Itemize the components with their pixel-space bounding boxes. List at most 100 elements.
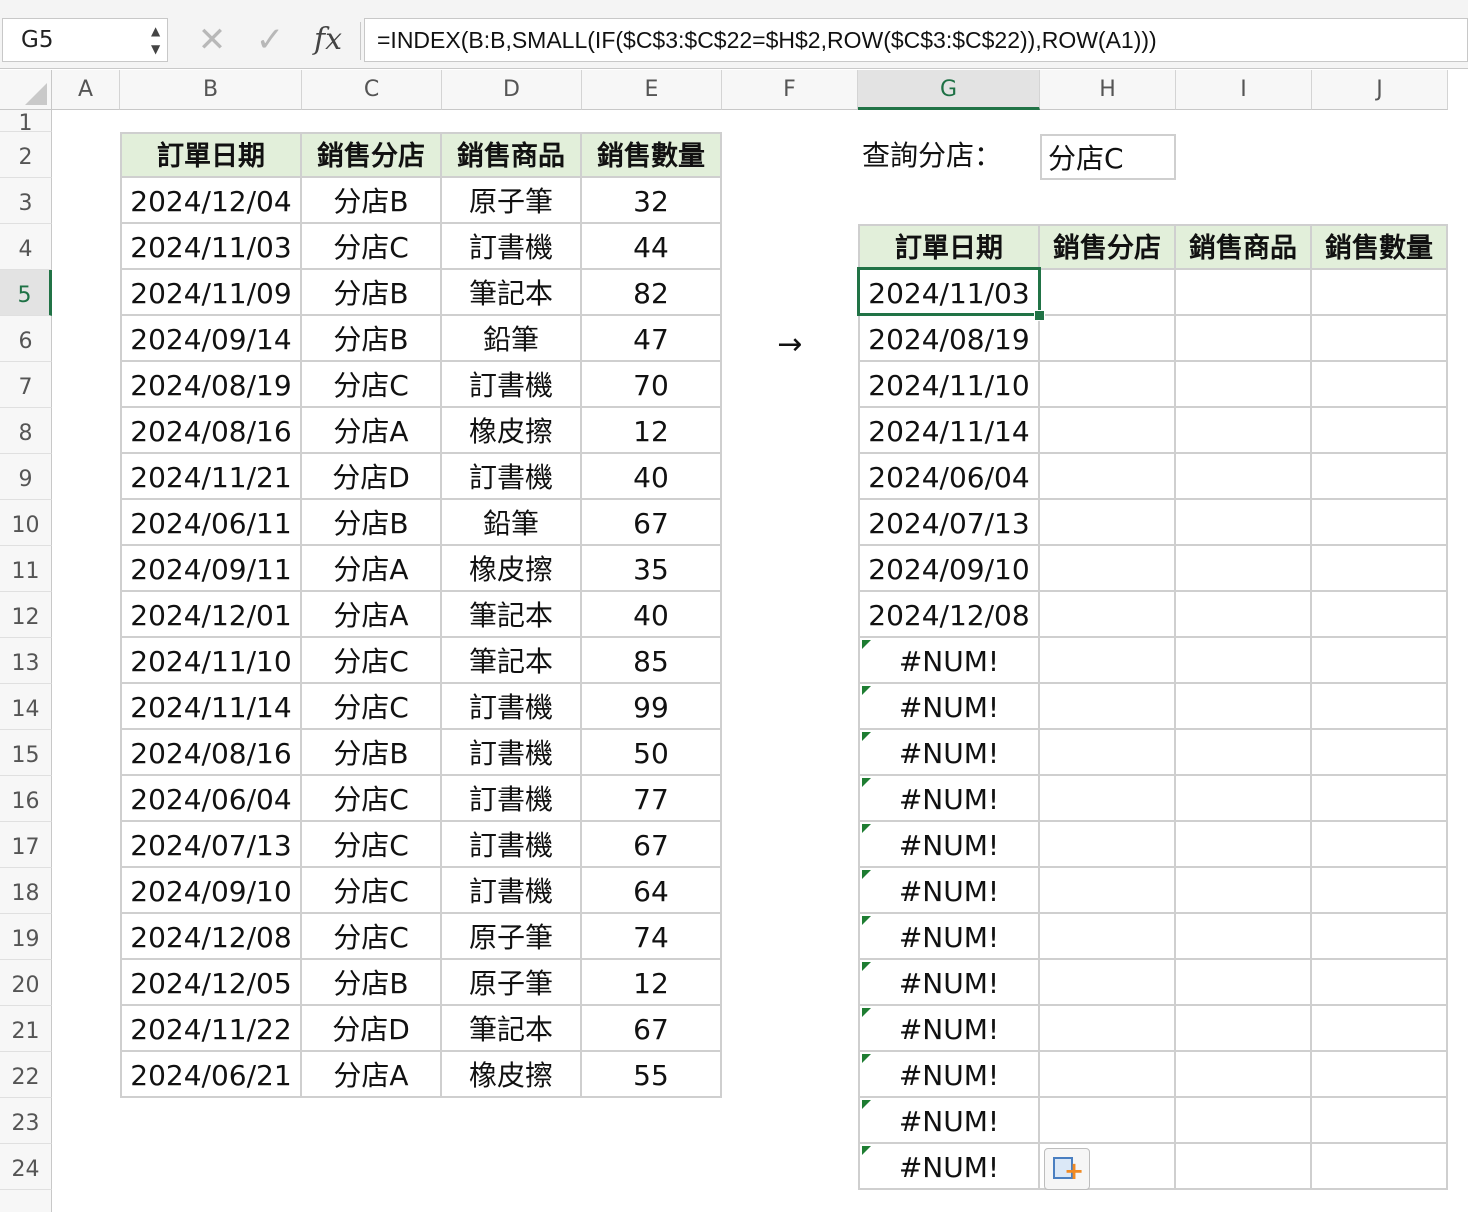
source-data-cell[interactable]: 訂書機 xyxy=(442,776,582,822)
source-data-cell[interactable]: 分店B xyxy=(302,178,442,224)
source-data-cell[interactable]: 44 xyxy=(582,224,722,270)
result-empty-cell[interactable] xyxy=(1176,960,1312,1006)
error-indicator-icon[interactable] xyxy=(862,1146,871,1155)
source-data-cell[interactable]: 分店D xyxy=(302,1006,442,1052)
source-data-cell[interactable]: 原子筆 xyxy=(442,914,582,960)
result-empty-cell[interactable] xyxy=(1176,362,1312,408)
result-empty-cell[interactable] xyxy=(1040,270,1176,316)
result-empty-cell[interactable] xyxy=(1040,822,1176,868)
source-data-cell[interactable]: 訂書機 xyxy=(442,868,582,914)
result-empty-cell[interactable] xyxy=(1312,1006,1448,1052)
result-empty-cell[interactable] xyxy=(1312,362,1448,408)
result-data-cell[interactable]: 2024/11/03 xyxy=(860,270,1040,316)
source-data-cell[interactable]: 2024/11/10 xyxy=(122,638,302,684)
row-header-1[interactable]: 1 xyxy=(0,110,52,136)
result-empty-cell[interactable] xyxy=(1040,546,1176,592)
source-data-cell[interactable]: 2024/09/11 xyxy=(122,546,302,592)
row-header-12[interactable]: 12 xyxy=(0,592,52,638)
source-header-cell[interactable]: 銷售分店 xyxy=(302,134,442,178)
query-value-cell[interactable]: 分店C xyxy=(1040,134,1176,180)
result-empty-cell[interactable] xyxy=(1040,1006,1176,1052)
column-header-b[interactable]: B xyxy=(120,70,302,110)
source-header-cell[interactable]: 銷售數量 xyxy=(582,134,722,178)
source-data-cell[interactable]: 35 xyxy=(582,546,722,592)
source-data-cell[interactable]: 筆記本 xyxy=(442,1006,582,1052)
source-data-cell[interactable]: 2024/12/08 xyxy=(122,914,302,960)
source-data-cell[interactable]: 筆記本 xyxy=(442,270,582,316)
row-header-11[interactable]: 11 xyxy=(0,546,52,592)
fill-handle[interactable] xyxy=(1034,310,1045,321)
confirm-icon[interactable]: ✓ xyxy=(248,18,292,62)
row-header-16[interactable]: 16 xyxy=(0,776,52,822)
row-header-23[interactable]: 23 xyxy=(0,1098,52,1144)
result-empty-cell[interactable] xyxy=(1040,1098,1176,1144)
row-header-8[interactable]: 8 xyxy=(0,408,52,454)
row-header-5[interactable]: 5 xyxy=(0,270,52,316)
result-empty-cell[interactable] xyxy=(1040,684,1176,730)
result-empty-cell[interactable] xyxy=(1040,362,1176,408)
source-header-cell[interactable]: 銷售商品 xyxy=(442,134,582,178)
source-data-cell[interactable]: 分店A xyxy=(302,1052,442,1098)
error-indicator-icon[interactable] xyxy=(862,640,871,649)
result-data-cell[interactable]: #NUM! xyxy=(860,1006,1040,1052)
result-empty-cell[interactable] xyxy=(1040,316,1176,362)
result-empty-cell[interactable] xyxy=(1312,500,1448,546)
result-empty-cell[interactable] xyxy=(1176,730,1312,776)
result-empty-cell[interactable] xyxy=(1312,1098,1448,1144)
error-indicator-icon[interactable] xyxy=(862,962,871,971)
result-empty-cell[interactable] xyxy=(1176,592,1312,638)
source-data-cell[interactable]: 訂書機 xyxy=(442,684,582,730)
result-empty-cell[interactable] xyxy=(1176,776,1312,822)
source-data-cell[interactable]: 分店B xyxy=(302,270,442,316)
result-data-cell[interactable]: #NUM! xyxy=(860,684,1040,730)
source-data-cell[interactable]: 2024/11/21 xyxy=(122,454,302,500)
row-header-15[interactable]: 15 xyxy=(0,730,52,776)
source-data-cell[interactable]: 分店B xyxy=(302,500,442,546)
result-data-cell[interactable]: #NUM! xyxy=(860,914,1040,960)
source-data-cell[interactable]: 分店B xyxy=(302,316,442,362)
result-empty-cell[interactable] xyxy=(1312,822,1448,868)
row-header-10[interactable]: 10 xyxy=(0,500,52,546)
result-empty-cell[interactable] xyxy=(1176,500,1312,546)
source-data-cell[interactable]: 74 xyxy=(582,914,722,960)
result-empty-cell[interactable] xyxy=(1176,1098,1312,1144)
result-data-cell[interactable]: #NUM! xyxy=(860,638,1040,684)
error-indicator-icon[interactable] xyxy=(862,778,871,787)
result-data-cell[interactable]: 2024/06/04 xyxy=(860,454,1040,500)
column-header-i[interactable]: I xyxy=(1176,70,1312,110)
result-header-cell[interactable]: 訂單日期 xyxy=(860,226,1040,270)
source-data-cell[interactable]: 67 xyxy=(582,500,722,546)
error-indicator-icon[interactable] xyxy=(862,824,871,833)
source-data-cell[interactable]: 分店C xyxy=(302,868,442,914)
source-data-cell[interactable]: 40 xyxy=(582,454,722,500)
source-data-cell[interactable]: 2024/08/16 xyxy=(122,730,302,776)
source-data-cell[interactable]: 2024/07/13 xyxy=(122,822,302,868)
result-data-cell[interactable]: #NUM! xyxy=(860,1144,1040,1190)
source-data-cell[interactable]: 2024/06/04 xyxy=(122,776,302,822)
row-header-22[interactable]: 22 xyxy=(0,1052,52,1098)
source-data-cell[interactable]: 47 xyxy=(582,316,722,362)
result-empty-cell[interactable] xyxy=(1176,316,1312,362)
result-empty-cell[interactable] xyxy=(1312,776,1448,822)
source-data-cell[interactable]: 分店A xyxy=(302,546,442,592)
source-data-cell[interactable]: 50 xyxy=(582,730,722,776)
source-data-cell[interactable]: 70 xyxy=(582,362,722,408)
result-empty-cell[interactable] xyxy=(1176,1144,1312,1190)
result-data-cell[interactable]: 2024/07/13 xyxy=(860,500,1040,546)
result-empty-cell[interactable] xyxy=(1040,500,1176,546)
result-empty-cell[interactable] xyxy=(1312,730,1448,776)
result-data-cell[interactable]: #NUM! xyxy=(860,868,1040,914)
source-data-cell[interactable]: 12 xyxy=(582,408,722,454)
row-header-4[interactable]: 4 xyxy=(0,224,52,270)
source-data-cell[interactable]: 2024/12/01 xyxy=(122,592,302,638)
error-indicator-icon[interactable] xyxy=(862,870,871,879)
source-data-cell[interactable]: 2024/06/21 xyxy=(122,1052,302,1098)
source-data-cell[interactable]: 鉛筆 xyxy=(442,316,582,362)
result-empty-cell[interactable] xyxy=(1040,776,1176,822)
source-data-cell[interactable]: 分店C xyxy=(302,224,442,270)
result-empty-cell[interactable] xyxy=(1176,408,1312,454)
source-data-cell[interactable]: 85 xyxy=(582,638,722,684)
result-empty-cell[interactable] xyxy=(1040,454,1176,500)
result-data-cell[interactable]: 2024/11/14 xyxy=(860,408,1040,454)
error-indicator-icon[interactable] xyxy=(862,1054,871,1063)
